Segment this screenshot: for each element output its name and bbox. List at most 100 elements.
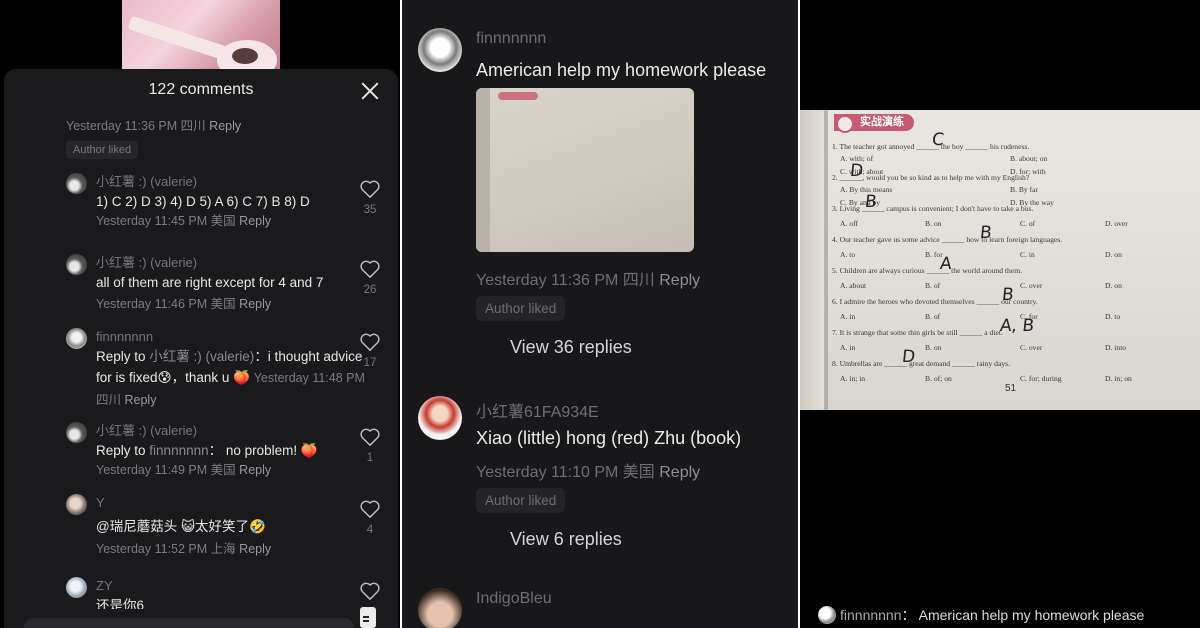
comment-text: Reply to finnnnnnn： no problem! 🍑 (96, 440, 366, 461)
username[interactable]: ZY (96, 577, 366, 595)
answer-option: A. to (840, 250, 856, 259)
handwritten-answer: C (930, 130, 945, 150)
author-liked-badge: Author liked (476, 296, 566, 321)
homework-photo-attachment[interactable] (476, 88, 694, 252)
reply-button[interactable]: Reply (239, 214, 271, 228)
like-count: 35 (363, 204, 377, 216)
document-icon[interactable] (360, 607, 376, 628)
username[interactable]: IndigoBleu (476, 590, 552, 608)
reply-button[interactable]: Reply (239, 297, 271, 311)
answer-option: D. into (1105, 343, 1127, 352)
comment-text: Xiao (little) hong (red) Zhu (book) (476, 428, 742, 448)
username[interactable]: finnnnnnn (96, 328, 366, 346)
reply-prefix: Reply to (96, 443, 146, 458)
homework-photo-viewer: 实战演练 51 1. The teacher got annoyed _____… (800, 0, 1200, 628)
heart-icon (360, 500, 380, 518)
reply-target-mention[interactable]: finnnnnnn (149, 443, 208, 458)
like-count: 4 (366, 524, 374, 536)
like-button[interactable] (358, 581, 382, 601)
view-replies-button[interactable]: View 36 replies (510, 337, 632, 358)
comment-thread-screenshot: finnnnnnn American help my homework plea… (402, 0, 798, 628)
answer-option: D. over (1105, 219, 1128, 228)
avatar[interactable] (418, 588, 462, 628)
username[interactable]: 小红薯 :) (valerie) (96, 422, 366, 440)
comment-meta: Yesterday 11:52 PM 上海 Reply (96, 540, 366, 558)
comment-meta: Yesterday 11:10 PM 美国 Reply (476, 458, 700, 482)
comment-item: finnnnnnn Reply to 小红薯 :) (valerie)：i th… (66, 328, 366, 411)
answer-option: B. about; on (1010, 154, 1048, 163)
username[interactable]: 小红薯61FA934E (476, 398, 599, 422)
comment-text: American help my homework please (476, 60, 767, 80)
answer-option: B. of (925, 312, 941, 321)
answer-option: D. in; on (1105, 374, 1132, 383)
reply-target-mention[interactable]: 小红薯 :) (valerie) (149, 349, 254, 364)
location: 美国 (210, 463, 236, 477)
answer-option: A. off (840, 219, 858, 228)
comment-item: 小红薯 :) (valerie) Reply to finnnnnnn： no … (66, 422, 366, 479)
location: 四川 (622, 272, 655, 289)
answer-option: D. on (1105, 281, 1122, 290)
avatar[interactable] (66, 328, 87, 349)
avatar[interactable] (66, 173, 87, 194)
reply-button[interactable]: Reply (239, 463, 271, 477)
avatar[interactable] (418, 396, 462, 440)
timestamp: Yesterday 11:10 PM (476, 464, 619, 481)
like-button[interactable]: 17 (358, 332, 382, 369)
reply-button[interactable]: Reply (125, 393, 157, 407)
separator: ： (901, 607, 916, 623)
location: 四川 (180, 119, 206, 133)
question-text: 7. It is strange that some thin girls be… (832, 328, 1003, 337)
answer-option: B. on (925, 219, 942, 228)
timestamp: Yesterday 11:36 PM (476, 272, 619, 289)
answer-option: A. in; in (840, 374, 866, 383)
reply-button[interactable]: Reply (209, 119, 241, 133)
handwritten-answer: B (1000, 285, 1015, 305)
comment-meta: Yesterday 11:45 PM 美国 Reply (96, 212, 366, 230)
avatar[interactable] (66, 254, 87, 275)
comment-item: 小红薯 :) (valerie) all of them are right e… (66, 254, 366, 315)
avatar[interactable] (66, 494, 87, 515)
handwritten-answer: B (863, 192, 878, 212)
question-text: 5. Children are always curious ______ th… (832, 266, 1023, 275)
comment-meta: Yesterday 11:49 PM 美国 Reply (96, 461, 366, 479)
answer-option: A. about (840, 281, 867, 290)
question-text: 4. Our teacher gave us some advice _____… (832, 235, 1063, 244)
like-button[interactable]: 26 (358, 259, 382, 296)
answer-option: B. of; on (925, 374, 952, 383)
username[interactable]: finnnnnnn (840, 607, 902, 623)
location: 四川 (96, 393, 122, 407)
username[interactable]: finnnnnnn (476, 30, 546, 48)
handwritten-answer: D (848, 161, 865, 181)
avatar[interactable] (66, 577, 87, 598)
avatar[interactable] (66, 422, 87, 443)
comment-meta: Yesterday 11:46 PM 美国 Reply (96, 297, 271, 311)
reply-prefix: Reply to (96, 349, 146, 364)
avatar[interactable] (418, 28, 462, 72)
avatar (818, 606, 836, 624)
view-replies-button[interactable]: View 6 replies (510, 529, 622, 550)
question-text: 3. Living ______ campus is convenient; I… (832, 204, 1034, 213)
caption-text: American help my homework please (918, 607, 1145, 623)
reply-button[interactable]: Reply (659, 464, 700, 481)
author-liked-badge: Author liked (66, 141, 139, 159)
like-button[interactable]: 35 (358, 179, 382, 216)
heart-icon (360, 260, 380, 278)
username[interactable]: 小红薯 :) (valerie) (96, 254, 366, 272)
answer-option: C. over (1020, 343, 1043, 352)
textbook-page: 实战演练 51 1. The teacher got annoyed _____… (800, 110, 1200, 410)
reply-button[interactable]: Reply (239, 542, 271, 556)
answer-option: D. on (1105, 250, 1122, 259)
username[interactable]: Y (96, 494, 366, 512)
answer-option: B. on (925, 343, 942, 352)
comment-text: 1) C 2) D 3) 4) D 5) A 6) C 7) B 8) D (96, 194, 310, 209)
location: 美国 (210, 297, 236, 311)
like-button[interactable]: 1 (358, 427, 382, 464)
section-tag (498, 92, 538, 100)
comments-sheet: 122 comments Yesterday 11:36 PM 四川 Reply… (4, 69, 398, 628)
comment-text: Reply to 小红薯 :) (valerie)：i thought advi… (96, 346, 366, 411)
username[interactable]: 小红薯 :) (valerie) (96, 173, 366, 191)
close-icon[interactable] (360, 81, 380, 101)
video-thumbnail[interactable] (122, 0, 280, 70)
reply-button[interactable]: Reply (659, 272, 700, 289)
like-button[interactable]: 4 (358, 499, 382, 536)
